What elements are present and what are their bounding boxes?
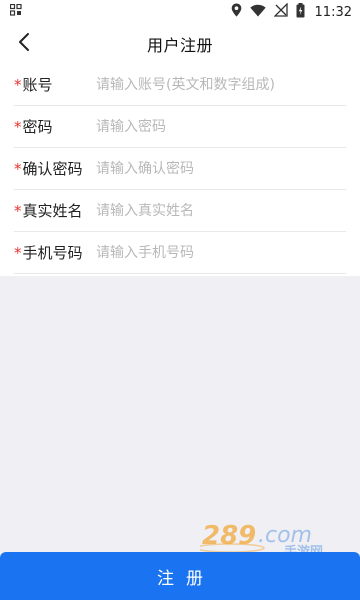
status-bar: 11:32 (0, 0, 360, 24)
back-button[interactable] (10, 30, 38, 58)
field-label-text: 密码 (22, 118, 53, 136)
account-input[interactable] (96, 69, 346, 100)
required-mark: * (14, 201, 22, 220)
register-screen: 11:32 用户注册 * 账号 * 密码 (0, 0, 360, 600)
field-label-real-name: * 真实姓名 (14, 200, 96, 221)
register-form: * 账号 * 密码 * 确认密码 * 真实姓名 (0, 64, 360, 276)
field-label-password: * 密码 (14, 116, 96, 137)
form-row-account: * 账号 (14, 64, 346, 106)
field-label-text: 确认密码 (22, 160, 83, 178)
form-row-phone: * 手机号码 (14, 232, 346, 274)
required-mark: * (14, 117, 22, 136)
field-label-text: 手机号码 (22, 244, 83, 262)
field-label-text: 真实姓名 (22, 202, 83, 220)
field-label-text: 账号 (22, 76, 53, 94)
signal-icon (272, 2, 288, 21)
page-title: 用户注册 (146, 36, 213, 55)
form-row-real-name: * 真实姓名 (14, 190, 346, 232)
svg-text:289: 289 (202, 521, 256, 551)
confirm-password-input[interactable] (96, 153, 346, 184)
phone-input[interactable] (96, 237, 346, 268)
required-mark: * (14, 75, 22, 94)
chevron-left-icon (17, 32, 31, 56)
real-name-input[interactable] (96, 195, 346, 226)
wifi-icon (249, 4, 266, 21)
status-time: 11:32 (314, 4, 352, 20)
form-row-confirm-password: * 确认密码 (14, 148, 346, 190)
header: 用户注册 (0, 24, 360, 64)
password-input[interactable] (96, 111, 346, 142)
location-icon (231, 3, 242, 21)
required-mark: * (14, 159, 22, 178)
field-label-account: * 账号 (14, 74, 96, 95)
register-button[interactable]: 注册 (0, 552, 360, 600)
field-label-phone: * 手机号码 (14, 242, 96, 263)
grid-icon (9, 3, 22, 20)
field-label-confirm-password: * 确认密码 (14, 158, 96, 179)
battery-icon (296, 2, 305, 22)
required-mark: * (14, 243, 22, 262)
status-right: 11:32 (231, 2, 352, 22)
form-row-password: * 密码 (14, 106, 346, 148)
status-left (9, 3, 22, 20)
